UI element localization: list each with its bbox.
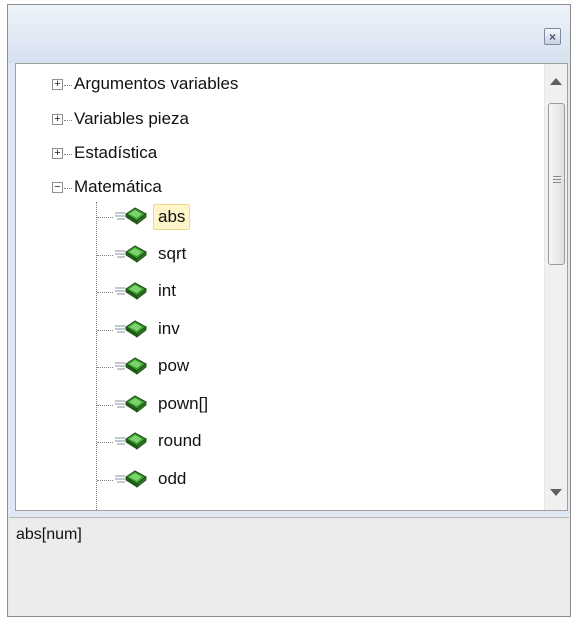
description-pane: abs[num] bbox=[9, 517, 569, 616]
function-icon bbox=[113, 318, 151, 338]
expand-icon[interactable]: + bbox=[52, 79, 63, 90]
function-browser-panel: × + Argumentos variables + Variables pie… bbox=[7, 4, 571, 617]
category-label: Estadística bbox=[74, 143, 158, 162]
function-icon bbox=[113, 430, 151, 450]
expand-icon[interactable]: + bbox=[52, 114, 63, 125]
function-label: int bbox=[158, 281, 176, 300]
tree-connector bbox=[64, 188, 72, 189]
tree-connector bbox=[97, 292, 113, 293]
function-tree-view[interactable]: + Argumentos variables + Variables pieza… bbox=[15, 63, 568, 511]
category-label: Variables pieza bbox=[74, 109, 189, 128]
scrollbar-thumb[interactable] bbox=[548, 103, 565, 265]
expand-icon[interactable]: + bbox=[52, 148, 63, 159]
function-label: sqrt bbox=[158, 243, 187, 263]
function-icon bbox=[113, 243, 151, 263]
function-icon bbox=[113, 468, 151, 488]
tree-connector bbox=[97, 329, 113, 331]
tree-connector bbox=[97, 217, 113, 218]
tree-connector bbox=[97, 367, 113, 368]
vertical-scrollbar[interactable] bbox=[544, 64, 567, 510]
close-icon: × bbox=[548, 29, 556, 44]
function-signature: abs[num] bbox=[16, 526, 82, 543]
grip-line bbox=[553, 179, 561, 180]
tree-connector bbox=[97, 404, 113, 406]
tree-connector bbox=[97, 254, 113, 256]
function-label: pow bbox=[158, 356, 190, 375]
function-label: inv bbox=[158, 318, 180, 338]
function-label: round bbox=[158, 431, 202, 450]
panel-titlebar: × bbox=[8, 5, 570, 63]
tree-children-connector bbox=[96, 202, 97, 510]
tree-connector bbox=[97, 442, 113, 443]
grip-line bbox=[553, 182, 561, 183]
close-button[interactable]: × bbox=[544, 28, 561, 45]
tree-connector bbox=[64, 120, 72, 121]
function-label: abs bbox=[153, 204, 191, 230]
tree-connector bbox=[64, 154, 72, 155]
function-label: pown[] bbox=[158, 393, 209, 413]
category-label: Argumentos variables bbox=[74, 74, 239, 93]
tree-connector bbox=[97, 479, 113, 481]
collapse-icon[interactable]: − bbox=[52, 182, 63, 193]
grip-line bbox=[553, 176, 561, 177]
function-label: odd bbox=[158, 468, 187, 488]
tree-connector bbox=[64, 85, 72, 86]
function-icon bbox=[113, 393, 151, 413]
function-tree: + Argumentos variables + Variables pieza… bbox=[16, 64, 544, 510]
function-icon bbox=[113, 355, 151, 375]
function-icon bbox=[113, 280, 151, 300]
function-icon bbox=[113, 205, 151, 225]
category-label: Matemática bbox=[74, 177, 162, 196]
scroll-down-arrow-icon[interactable] bbox=[550, 489, 562, 496]
scroll-up-arrow-icon[interactable] bbox=[550, 78, 562, 85]
